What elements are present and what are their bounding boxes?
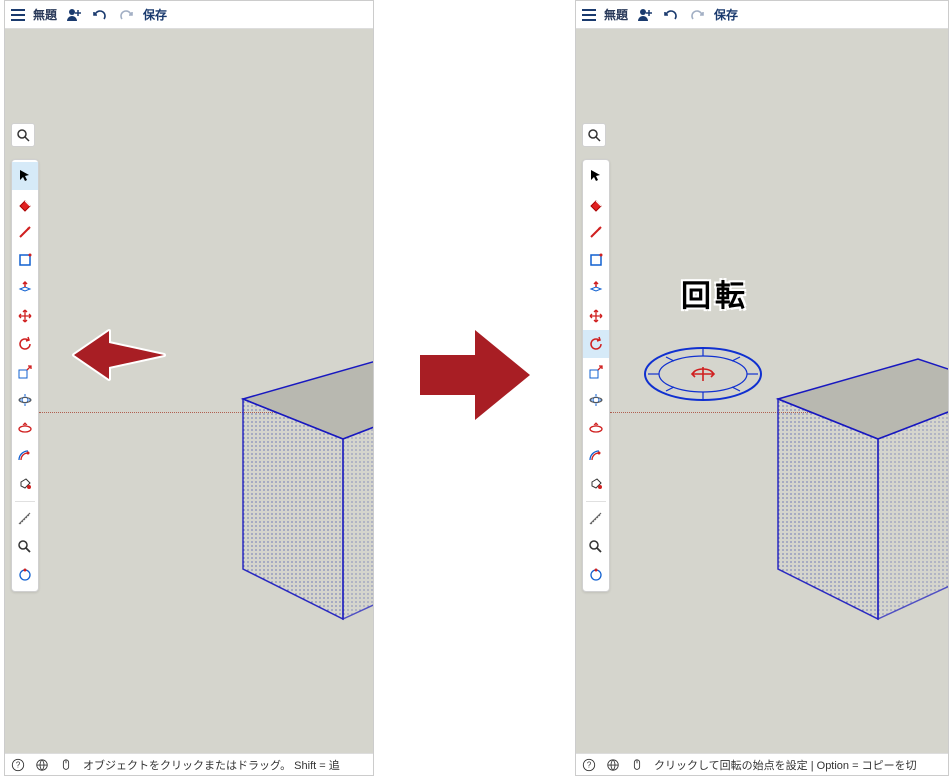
tool-eraser[interactable] <box>583 190 609 218</box>
search-button[interactable] <box>11 123 35 147</box>
rotate-label: 回転 <box>681 271 749 315</box>
viewport[interactable] <box>5 29 373 753</box>
svg-text:?: ? <box>16 760 21 769</box>
tool-pushpull[interactable] <box>583 274 609 302</box>
undo-icon[interactable] <box>91 6 109 24</box>
statusbar: ? オブジェクトをクリックまたはドラッグ。 Shift = 追 <box>5 753 373 775</box>
rotate-protractor <box>638 339 768 414</box>
tool-rectangle[interactable] <box>12 246 38 274</box>
mouse-icon[interactable] <box>59 758 73 772</box>
tool-paint[interactable] <box>583 470 609 498</box>
topbar: 無題 保存 <box>576 1 948 29</box>
tool-rotate[interactable] <box>12 330 38 358</box>
tool-move[interactable] <box>12 302 38 330</box>
statusbar: ? クリックして回転の始点を設定 | Option = コピーを切 <box>576 753 948 775</box>
tool-zoom[interactable] <box>12 533 38 561</box>
transition-arrow <box>415 325 535 425</box>
search-button[interactable] <box>582 123 606 147</box>
tool-tape[interactable] <box>583 505 609 533</box>
topbar: 無題 保存 <box>5 1 373 29</box>
mouse-icon[interactable] <box>630 758 644 772</box>
model-box[interactable] <box>758 349 949 634</box>
tool-paint[interactable] <box>12 470 38 498</box>
tool-select[interactable] <box>583 162 609 190</box>
model-box[interactable] <box>223 349 374 634</box>
tool-scale[interactable] <box>12 358 38 386</box>
save-button[interactable]: 保存 <box>714 6 738 23</box>
hamburger-icon[interactable] <box>11 9 25 21</box>
status-text: クリックして回転の始点を設定 | Option = コピーを切 <box>654 757 917 773</box>
tool-select[interactable] <box>12 162 38 190</box>
tool-scale[interactable] <box>583 358 609 386</box>
tool-undo-circ[interactable] <box>12 561 38 589</box>
save-button[interactable]: 保存 <box>143 6 167 23</box>
tool-orbit[interactable] <box>583 386 609 414</box>
redo-icon[interactable] <box>117 6 135 24</box>
add-user-icon[interactable] <box>65 6 83 24</box>
viewport[interactable]: 回転 <box>576 29 948 753</box>
globe-icon[interactable] <box>606 758 620 772</box>
tool-move[interactable] <box>583 302 609 330</box>
tool-rectangle[interactable] <box>583 246 609 274</box>
tool-offset[interactable] <box>583 442 609 470</box>
hamburger-icon[interactable] <box>582 9 596 21</box>
tool-zoom[interactable] <box>583 533 609 561</box>
help-icon[interactable]: ? <box>11 758 25 772</box>
add-user-icon[interactable] <box>636 6 654 24</box>
search-icon <box>587 128 601 142</box>
toolbar <box>11 159 39 592</box>
tool-rotate[interactable] <box>583 330 609 358</box>
tool-pushpull[interactable] <box>12 274 38 302</box>
toolbar <box>582 159 610 592</box>
tool-orbit[interactable] <box>12 386 38 414</box>
doc-title: 無題 <box>604 6 628 23</box>
help-icon[interactable]: ? <box>582 758 596 772</box>
tool-line[interactable] <box>583 218 609 246</box>
tool-followme[interactable] <box>583 414 609 442</box>
globe-icon[interactable] <box>35 758 49 772</box>
status-text: オブジェクトをクリックまたはドラッグ。 Shift = 追 <box>83 757 340 773</box>
search-icon <box>16 128 30 142</box>
doc-title: 無題 <box>33 6 57 23</box>
callout-arrow <box>69 325 169 390</box>
svg-text:?: ? <box>587 760 592 769</box>
sketchup-window-before: 無題 保存 <box>4 0 374 776</box>
tool-eraser[interactable] <box>12 190 38 218</box>
tool-undo-circ[interactable] <box>583 561 609 589</box>
undo-icon[interactable] <box>662 6 680 24</box>
sketchup-window-after: 無題 保存 回転 <box>575 0 949 776</box>
tool-followme[interactable] <box>12 414 38 442</box>
redo-icon[interactable] <box>688 6 706 24</box>
tool-tape[interactable] <box>12 505 38 533</box>
tool-line[interactable] <box>12 218 38 246</box>
tool-offset[interactable] <box>12 442 38 470</box>
